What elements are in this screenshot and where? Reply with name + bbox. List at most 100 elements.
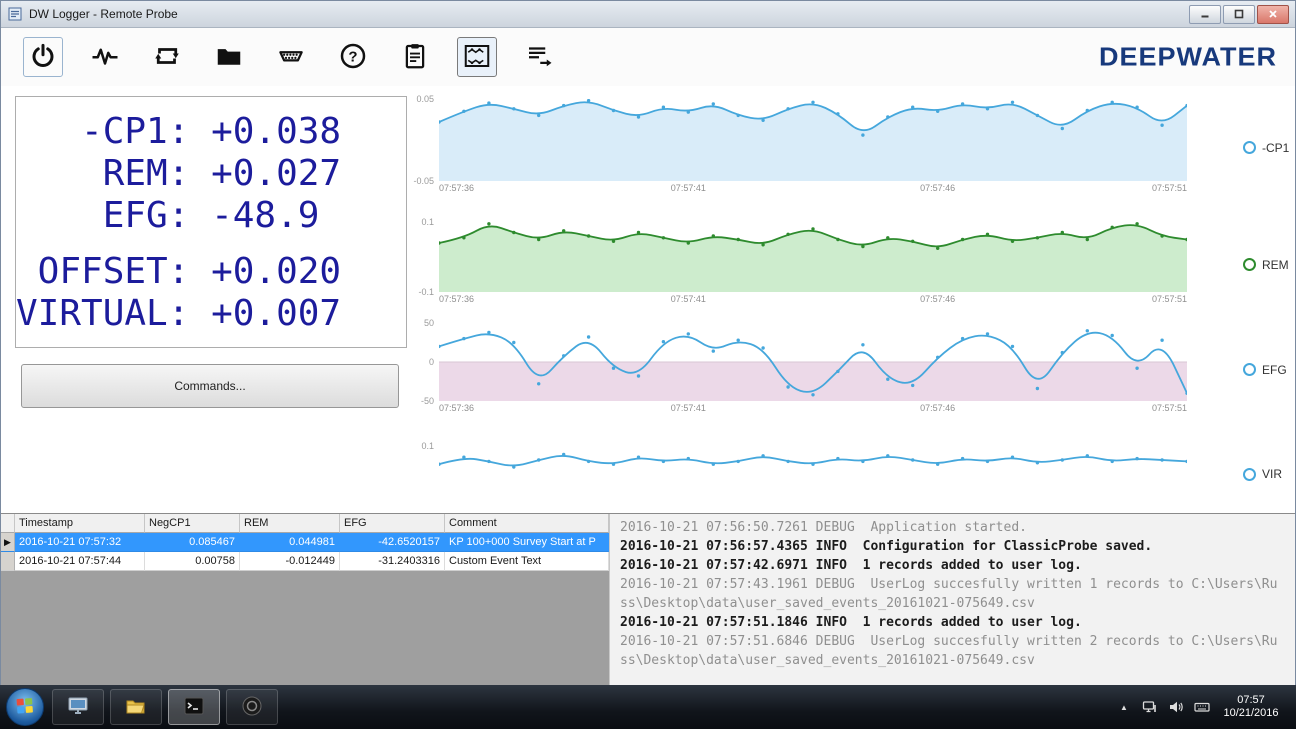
close-button[interactable]: [1257, 5, 1289, 24]
x-axis-ticks: 07:57:3607:57:4107:57:4607:57:51: [439, 183, 1187, 196]
taskbar-app-console[interactable]: [168, 689, 220, 725]
folder-icon: [214, 41, 244, 74]
app-icon: [7, 6, 23, 22]
reading-label: REM:: [16, 153, 189, 195]
strip-charts-button[interactable]: [457, 37, 497, 77]
table-cell: 2016-10-21 07:57:44: [15, 552, 145, 571]
titlebar[interactable]: DW Logger - Remote Probe: [1, 1, 1295, 28]
log-output-button[interactable]: [519, 37, 559, 77]
y-tick-label: -0.05: [413, 176, 434, 186]
windows-flag-icon: [16, 697, 34, 718]
table-row[interactable]: ▶2016-10-21 07:57:320.0854670.044981-42.…: [1, 533, 609, 552]
table-cell: 0.044981: [240, 533, 340, 552]
legend-REM: REM: [1187, 222, 1296, 307]
tray-expand-icon[interactable]: ▲: [1116, 699, 1132, 715]
column-header[interactable]: EFG: [340, 514, 445, 533]
reading-label: VIRTUAL:: [16, 293, 189, 335]
help-button[interactable]: ?: [333, 37, 373, 77]
log-line: 2016-10-21 07:56:50.7261 DEBUG Applicati…: [620, 518, 1285, 537]
reading-value: +0.020: [211, 251, 341, 293]
bottom-panels: TimestampNegCP1REMEFGComment▶2016-10-21 …: [1, 513, 1295, 685]
start-button[interactable]: [6, 688, 44, 726]
table-cell: -31.2403316: [340, 552, 445, 571]
legend-label: REM: [1262, 258, 1289, 272]
screen: DW Logger - Remote Probe: [0, 0, 1296, 729]
x-tick-label: 07:57:36: [439, 403, 474, 413]
reading-value: +0.027: [211, 153, 341, 195]
legend-marker-icon: [1243, 363, 1256, 376]
x-tick-label: 07:57:41: [671, 183, 706, 193]
minimize-button[interactable]: [1189, 5, 1221, 24]
x-tick-label: 07:57:36: [439, 294, 474, 304]
row-marker-header: [1, 514, 15, 533]
legend-marker-icon: [1243, 258, 1256, 271]
row-marker: ▶: [1, 533, 15, 552]
table-row[interactable]: 2016-10-21 07:57:440.00758-0.012449-31.2…: [1, 552, 609, 571]
waveform-button[interactable]: [85, 37, 125, 77]
volume-icon[interactable]: [1168, 699, 1184, 715]
x-tick-label: 07:57:46: [920, 183, 955, 193]
legend-VIR: VIR: [1187, 446, 1296, 502]
clipboard-button[interactable]: [395, 37, 435, 77]
y-tick-label: 50: [424, 318, 434, 328]
log-line: 2016-10-21 07:57:43.1961 DEBUG UserLog s…: [620, 575, 1285, 613]
keyboard-icon[interactable]: [1194, 699, 1210, 715]
column-header[interactable]: REM: [240, 514, 340, 533]
app-window: DW Logger - Remote Probe: [0, 0, 1296, 685]
strip-chart-icon: [462, 41, 492, 74]
svg-text:?: ?: [348, 48, 357, 65]
readings-panel: -CP1:+0.038REM: +0.027 EFG: -48.9 OFFSET: +0.…: [15, 96, 407, 348]
reading-label: OFFSET:: [16, 251, 189, 293]
log-line: 2016-10-21 07:57:42.6971 INFO 1 records …: [620, 556, 1285, 575]
power-button[interactable]: [23, 37, 63, 77]
serial-port-button[interactable]: [271, 37, 311, 77]
tray-date: 10/21/2016: [1220, 707, 1282, 720]
probe-app-icon: [240, 694, 264, 721]
taskbar-apps: [52, 688, 278, 726]
folder-button[interactable]: [209, 37, 249, 77]
plot-area-EFG: [439, 323, 1187, 401]
table-cell: 0.085467: [145, 533, 240, 552]
loop-button[interactable]: [147, 37, 187, 77]
commands-button[interactable]: Commands...: [21, 364, 399, 408]
taskbar-app-explorer[interactable]: [110, 689, 162, 725]
table-cell: 2016-10-21 07:57:32: [15, 533, 145, 552]
log-line: 2016-10-21 07:57:51.6846 DEBUG UserLog s…: [620, 632, 1285, 670]
network-icon[interactable]: [1142, 699, 1158, 715]
y-tick-label: 0.1: [421, 217, 434, 227]
column-header[interactable]: NegCP1: [145, 514, 240, 533]
clock[interactable]: 07:57 10/21/2016: [1220, 694, 1282, 720]
reading-line: VIRTUAL: +0.007: [16, 293, 406, 335]
plot-area-VIR: [439, 446, 1187, 502]
y-tick-label: -50: [421, 396, 434, 406]
tray-time: 07:57: [1220, 694, 1282, 707]
column-header[interactable]: Comment: [445, 514, 609, 533]
taskbar-app-probe[interactable]: [226, 689, 278, 725]
x-tick-label: 07:57:51: [1152, 294, 1187, 304]
reading-value: -48.9: [211, 195, 319, 237]
taskbar-app-display[interactable]: [52, 689, 104, 725]
reading-value: +0.007: [211, 293, 341, 335]
clipboard-icon: [400, 41, 430, 74]
x-tick-label: 07:57:51: [1152, 403, 1187, 413]
x-tick-label: 07:57:41: [671, 294, 706, 304]
reading-line: -CP1:+0.038: [16, 111, 406, 153]
plot-area-REM: [439, 222, 1187, 292]
y-axis-ticks: 500-50: [405, 323, 439, 401]
y-axis-ticks: 0.1: [405, 446, 439, 502]
legend-label: -CP1: [1262, 141, 1289, 155]
taskbar: ▲ 07:57 10/21/2016: [0, 685, 1296, 729]
brand-logo: DEEPWATER: [1099, 42, 1277, 72]
maximize-button[interactable]: [1223, 5, 1255, 24]
x-tick-label: 07:57:46: [920, 403, 955, 413]
table-cell: 0.00758: [145, 552, 240, 571]
window-title: DW Logger - Remote Probe: [29, 7, 178, 21]
reading-label: EFG:: [16, 195, 189, 237]
help-icon: ?: [338, 41, 368, 74]
column-header[interactable]: Timestamp: [15, 514, 145, 533]
loop-icon: [152, 41, 182, 74]
legend-EFG: EFG: [1187, 323, 1296, 416]
legend-label: VIR: [1262, 467, 1282, 481]
y-tick-label: -0.1: [418, 287, 434, 297]
events-table: TimestampNegCP1REMEFGComment▶2016-10-21 …: [1, 514, 609, 685]
